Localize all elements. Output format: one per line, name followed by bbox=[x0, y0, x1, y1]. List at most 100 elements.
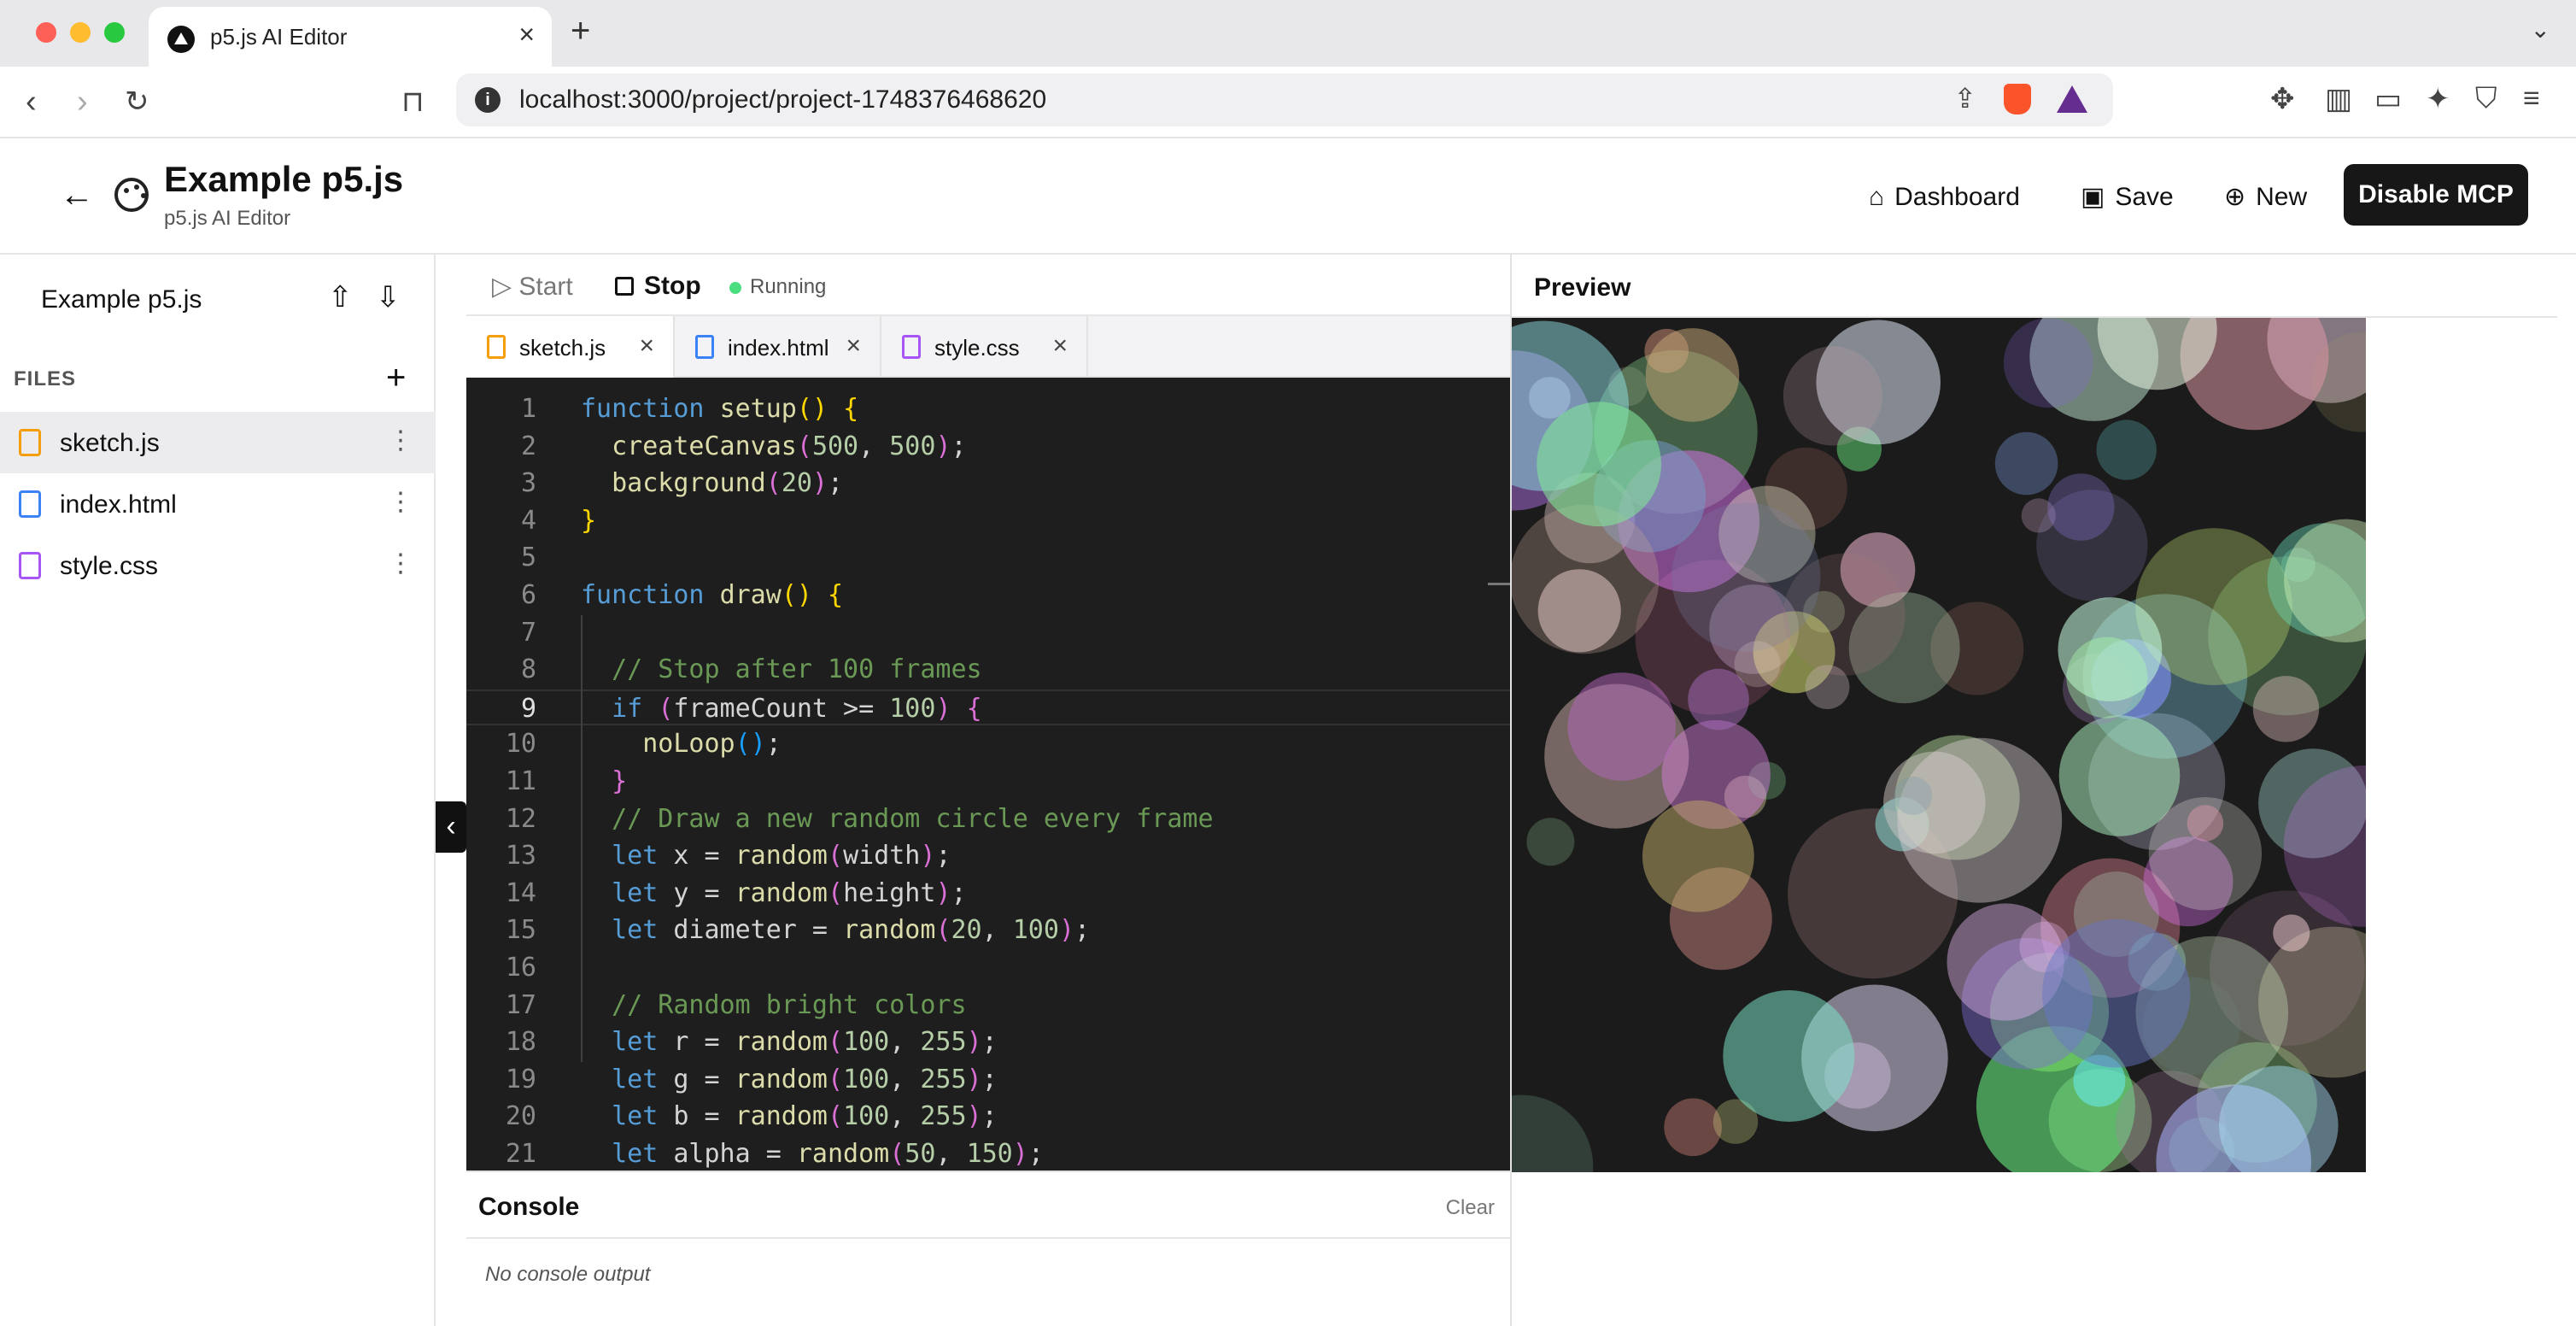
code-line[interactable]: 2 createCanvas(500, 500); bbox=[466, 429, 1510, 465]
code-line[interactable]: 18 let r = random(100, 255); bbox=[466, 1024, 1510, 1060]
sidebar-item-index-html[interactable]: index.html ⋮ bbox=[0, 473, 436, 535]
upload-icon[interactable]: ⇧ bbox=[328, 280, 353, 314]
more-options-icon[interactable]: ⋮ bbox=[388, 549, 413, 578]
tab-sketch-js[interactable]: sketch.js × bbox=[466, 316, 675, 378]
line-content[interactable]: background(20); bbox=[581, 466, 843, 502]
line-number: 16 bbox=[505, 953, 536, 983]
code-line[interactable]: 19 let g = random(100, 255); bbox=[466, 1062, 1510, 1098]
menu-icon[interactable]: ≡ bbox=[2523, 82, 2540, 115]
line-content[interactable]: let b = random(100, 255); bbox=[581, 1099, 998, 1135]
line-number: 12 bbox=[505, 803, 536, 834]
chevron-down-icon[interactable]: ⌄ bbox=[2531, 15, 2550, 44]
app-header: ← Example p5.js p5.js AI Editor ⌂ Dashboa… bbox=[0, 138, 2576, 255]
code-line[interactable]: 16 bbox=[466, 950, 1510, 986]
line-number: 8 bbox=[520, 654, 536, 685]
dashboard-button[interactable]: ⌂ Dashboard bbox=[1869, 171, 2020, 224]
new-button[interactable]: ⊕ New bbox=[2224, 171, 2307, 224]
save-button[interactable]: ▣ Save bbox=[2081, 171, 2174, 224]
line-content[interactable]: function setup() { bbox=[581, 391, 858, 427]
close-tab-icon[interactable]: × bbox=[1052, 332, 1068, 361]
forward-icon[interactable]: › bbox=[77, 82, 88, 121]
line-content[interactable]: // Stop after 100 frames bbox=[581, 652, 981, 688]
leo-ai-icon[interactable]: ✦ bbox=[2426, 82, 2450, 116]
play-icon: ▷ bbox=[492, 273, 519, 301]
line-content[interactable]: let g = random(100, 255); bbox=[581, 1062, 998, 1098]
line-content[interactable]: } bbox=[581, 764, 627, 800]
code-line[interactable]: 14 let y = random(height); bbox=[466, 876, 1510, 912]
code-line[interactable]: 11 } bbox=[466, 764, 1510, 800]
back-arrow-icon[interactable]: ← bbox=[60, 176, 94, 214]
line-content[interactable]: let alpha = random(50, 150); bbox=[581, 1136, 1044, 1171]
collapse-sidebar-button[interactable]: ‹ bbox=[436, 801, 466, 853]
code-line[interactable]: 17 // Random bright colors bbox=[466, 988, 1510, 1024]
p5-canvas[interactable] bbox=[1512, 318, 2366, 1172]
code-line[interactable]: 4} bbox=[466, 503, 1510, 539]
line-content[interactable]: createCanvas(500, 500); bbox=[581, 429, 966, 465]
line-content[interactable]: } bbox=[581, 503, 596, 539]
line-content[interactable]: noLoop(); bbox=[581, 726, 782, 762]
line-content[interactable]: // Random bright colors bbox=[581, 988, 966, 1024]
disable-mcp-button[interactable]: Disable MCP bbox=[2344, 164, 2528, 226]
code-line[interactable]: 13 let x = random(width); bbox=[466, 838, 1510, 874]
url-text[interactable]: localhost:3000/project/project-174837646… bbox=[519, 85, 1046, 114]
line-content[interactable]: // Draw a new random circle every frame bbox=[581, 801, 1213, 837]
add-file-icon[interactable]: + bbox=[386, 359, 406, 397]
file-name: sketch.js bbox=[60, 429, 160, 457]
extensions-icon[interactable]: ✥ bbox=[2270, 82, 2295, 116]
stop-button[interactable]: Stop bbox=[615, 272, 701, 301]
code-line[interactable]: 15 let diameter = random(20, 100); bbox=[466, 912, 1510, 948]
wallet-icon[interactable]: ▭ bbox=[2374, 82, 2402, 116]
line-number: 1 bbox=[520, 394, 536, 424]
clear-console-button[interactable]: Clear bbox=[1446, 1196, 1495, 1220]
line-number: 5 bbox=[520, 543, 536, 573]
brave-shields-icon[interactable] bbox=[2004, 84, 2031, 114]
editor-tabs: sketch.js × index.html × style.css × bbox=[466, 316, 1510, 378]
code-editor[interactable]: 1 function setup() {2 createCanvas(500, 5… bbox=[466, 378, 1510, 1171]
canvas-circle bbox=[1512, 504, 1660, 654]
back-icon[interactable]: ‹ bbox=[26, 82, 37, 121]
code-line[interactable]: 9 if (frameCount >= 100) { bbox=[466, 689, 1510, 725]
code-line[interactable]: 7 bbox=[466, 615, 1510, 651]
vpn-icon[interactable]: ⛉ bbox=[2475, 82, 2497, 115]
window-close-button[interactable] bbox=[36, 22, 56, 43]
browser-tab[interactable]: p5.js AI Editor × bbox=[149, 7, 552, 67]
start-button[interactable]: ▷ Start bbox=[492, 272, 573, 302]
share-icon[interactable]: ⇪ bbox=[1953, 82, 1976, 114]
sidebar-item-style-css[interactable]: style.css ⋮ bbox=[0, 535, 436, 596]
sidebar-item-sketch-js[interactable]: sketch.js ⋮ bbox=[0, 412, 436, 473]
close-tab-icon[interactable]: × bbox=[518, 19, 535, 50]
bookmark-icon[interactable]: ⊓ bbox=[401, 82, 424, 121]
address-bar[interactable]: i localhost:3000/project/project-1748376… bbox=[456, 73, 2113, 126]
code-line[interactable]: 12 // Draw a new random circle every fra… bbox=[466, 801, 1510, 837]
code-line[interactable]: 3 background(20); bbox=[466, 466, 1510, 502]
preview-header: Preview bbox=[1512, 255, 2557, 318]
line-content[interactable]: if (frameCount >= 100) { bbox=[581, 691, 982, 727]
code-line[interactable]: 1 function setup() { bbox=[466, 391, 1510, 427]
code-line[interactable]: 21 let alpha = random(50, 150); bbox=[466, 1136, 1510, 1171]
reload-icon[interactable]: ↻ bbox=[125, 82, 149, 121]
brave-rewards-icon[interactable] bbox=[2057, 85, 2087, 113]
new-tab-icon[interactable]: + bbox=[571, 12, 590, 50]
line-content[interactable]: let x = random(width); bbox=[581, 838, 951, 874]
window-minimize-button[interactable] bbox=[70, 22, 91, 43]
line-content[interactable]: function draw() { bbox=[581, 578, 843, 613]
code-line[interactable]: 6 function draw() { bbox=[466, 578, 1510, 613]
close-tab-icon[interactable]: × bbox=[639, 332, 654, 361]
download-icon[interactable]: ⇩ bbox=[376, 280, 401, 314]
line-content[interactable]: let y = random(height); bbox=[581, 876, 966, 912]
code-line[interactable]: 8 // Stop after 100 frames bbox=[466, 652, 1510, 688]
window-zoom-button[interactable] bbox=[104, 22, 125, 43]
site-info-icon[interactable]: i bbox=[475, 87, 501, 113]
code-line[interactable]: 5 bbox=[466, 540, 1510, 576]
tab-index-html[interactable]: index.html × bbox=[675, 316, 881, 378]
code-line[interactable]: 10 noLoop(); bbox=[466, 726, 1510, 762]
tab-label: style.css bbox=[934, 335, 1020, 361]
code-line[interactable]: 20 let b = random(100, 255); bbox=[466, 1099, 1510, 1135]
sidebar-toggle-icon[interactable]: ▥ bbox=[2325, 82, 2352, 116]
more-options-icon[interactable]: ⋮ bbox=[388, 487, 413, 517]
line-content[interactable]: let diameter = random(20, 100); bbox=[581, 912, 1090, 948]
line-content[interactable]: let r = random(100, 255); bbox=[581, 1024, 998, 1060]
more-options-icon[interactable]: ⋮ bbox=[388, 425, 413, 455]
close-tab-icon[interactable]: × bbox=[846, 332, 861, 361]
tab-style-css[interactable]: style.css × bbox=[881, 316, 1088, 378]
